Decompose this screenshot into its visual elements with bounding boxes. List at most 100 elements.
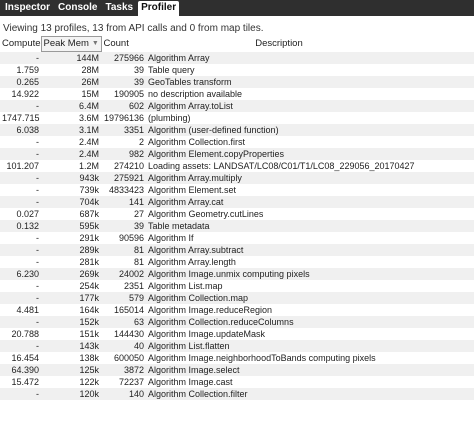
table-row[interactable]: -143k 40 Algorithm List.flatten: [0, 340, 474, 352]
cell-compute: -: [0, 196, 41, 208]
cell-peak-mem: 125k: [41, 364, 101, 376]
cell-peak-mem: 943k: [41, 172, 101, 184]
cell-peak-mem: 739k: [41, 184, 101, 196]
cell-compute: -: [0, 172, 41, 184]
table-row[interactable]: -152k 63 Algorithm Collection.reduceColumn…: [0, 316, 474, 328]
tab-console[interactable]: Console: [55, 1, 100, 16]
cell-peak-mem: 120k: [41, 388, 101, 400]
cell-compute: 1747.715: [0, 112, 41, 124]
cell-count: 982: [101, 148, 146, 160]
table-row[interactable]: -291k 90596 Algorithm If: [0, 232, 474, 244]
table-row[interactable]: 1.759 28M 39 Table query: [0, 64, 474, 76]
cell-count: 190905: [101, 88, 146, 100]
table-row[interactable]: 64.390 125k 3872 Algorithm Image.select: [0, 364, 474, 376]
cell-count: 24002: [101, 268, 146, 280]
tab-bar: Inspector Console Tasks Profiler: [0, 0, 474, 16]
column-header-compute[interactable]: Compute: [0, 37, 41, 52]
cell-count: 274210: [101, 160, 146, 172]
cell-peak-mem: 269k: [41, 268, 101, 280]
cell-compute: -: [0, 280, 41, 292]
cell-peak-mem: 164k: [41, 304, 101, 316]
table-row[interactable]: 0.265 26M 39 GeoTables transform: [0, 76, 474, 88]
table-row[interactable]: 6.038 3.1M 3351 Algorithm (user-defined fun…: [0, 124, 474, 136]
cell-description: Algorithm Collection.reduceColumns: [146, 316, 474, 328]
table-row[interactable]: 16.454 138k 600050 Algorithm Image.neighbor…: [0, 352, 474, 364]
cell-peak-mem: 687k: [41, 208, 101, 220]
cell-description: Algorithm (user-defined function): [146, 124, 474, 136]
cell-description: Algorithm Image.unmix computing pixels: [146, 268, 474, 280]
table-row[interactable]: -144M 275966 Algorithm Array: [0, 51, 474, 64]
cell-description: Algorithm Collection.first: [146, 136, 474, 148]
cell-count: 2: [101, 136, 146, 148]
cell-compute: -: [0, 316, 41, 328]
cell-count: 579: [101, 292, 146, 304]
cell-description: Algorithm Array.toList: [146, 100, 474, 112]
cell-description: GeoTables transform: [146, 76, 474, 88]
cell-description: Algorithm Array.subtract: [146, 244, 474, 256]
cell-count: 165014: [101, 304, 146, 316]
table-row[interactable]: -254k 2351 Algorithm List.map: [0, 280, 474, 292]
table-row[interactable]: -704k 141 Algorithm Array.cat: [0, 196, 474, 208]
column-header-peak-mem-label: Peak Mem: [43, 38, 89, 49]
table-row[interactable]: -281k 81 Algorithm Array.length: [0, 256, 474, 268]
table-row[interactable]: -120k 140 Algorithm Collection.filter: [0, 388, 474, 400]
table-row[interactable]: -943k 275921 Algorithm Array.multiply: [0, 172, 474, 184]
table-row[interactable]: 15.472 122k 72237 Algorithm Image.cast: [0, 376, 474, 388]
table-row[interactable]: 20.788 151k 144430 Algorithm Image.updateMa…: [0, 328, 474, 340]
cell-peak-mem: 152k: [41, 316, 101, 328]
cell-count: 3351: [101, 124, 146, 136]
column-header-peak-mem[interactable]: Peak Mem ▼: [40, 36, 102, 52]
cell-peak-mem: 595k: [41, 220, 101, 232]
cell-peak-mem: 2.4M: [41, 148, 101, 160]
cell-compute: -: [0, 292, 41, 304]
cell-peak-mem: 291k: [41, 232, 101, 244]
cell-description: Algorithm Array.length: [146, 256, 474, 268]
cell-compute: 64.390: [0, 364, 41, 376]
cell-description: Table query: [146, 64, 474, 76]
cell-peak-mem: 704k: [41, 196, 101, 208]
cell-peak-mem: 1.2M: [41, 160, 101, 172]
cell-peak-mem: 6.4M: [41, 100, 101, 112]
cell-peak-mem: 3.1M: [41, 124, 101, 136]
column-header-description-label: Description: [255, 38, 303, 49]
cell-compute: 0.027: [0, 208, 41, 220]
profile-table: Compute Peak Mem ▼ Count Description -144…: [0, 36, 474, 400]
column-header-description[interactable]: Description: [146, 37, 474, 52]
cell-count: 39: [101, 220, 146, 232]
table-row[interactable]: -6.4M 602 Algorithm Array.toList: [0, 100, 474, 112]
table-row[interactable]: 1747.715 3.6M 19796136 (plumbing): [0, 112, 474, 124]
cell-compute: -: [0, 340, 41, 352]
table-row[interactable]: -739k 4833423 Algorithm Element.set: [0, 184, 474, 196]
table-row[interactable]: -2.4M 2 Algorithm Collection.first: [0, 136, 474, 148]
tab-profiler[interactable]: Profiler: [138, 1, 180, 16]
table-row[interactable]: 101.207 1.2M 274210 Loading assets: LANDSAT…: [0, 160, 474, 172]
table-row[interactable]: 0.027 687k 27 Algorithm Geometry.cutLines: [0, 208, 474, 220]
cell-peak-mem: 28M: [41, 64, 101, 76]
tab-inspector[interactable]: Inspector: [2, 1, 53, 16]
cell-description: Algorithm Collection.filter: [146, 388, 474, 400]
cell-compute: 20.788: [0, 328, 41, 340]
column-header-count[interactable]: Count: [101, 37, 146, 52]
table-row[interactable]: 0.132 595k 39 Table metadata: [0, 220, 474, 232]
cell-peak-mem: 144M: [41, 51, 101, 64]
table-row[interactable]: -2.4M 982 Algorithm Element.copyProperties: [0, 148, 474, 160]
cell-peak-mem: 15M: [41, 88, 101, 100]
table-row[interactable]: -177k 579 Algorithm Collection.map: [0, 292, 474, 304]
cell-peak-mem: 281k: [41, 256, 101, 268]
cell-count: 602: [101, 100, 146, 112]
cell-count: 27: [101, 208, 146, 220]
cell-count: 39: [101, 76, 146, 88]
table-row[interactable]: -289k 81 Algorithm Array.subtract: [0, 244, 474, 256]
table-row[interactable]: 4.481 164k 165014 Algorithm Image.reduceReg…: [0, 304, 474, 316]
cell-compute: 6.230: [0, 268, 41, 280]
cell-count: 81: [101, 256, 146, 268]
cell-compute: 4.481: [0, 304, 41, 316]
cell-peak-mem: 138k: [41, 352, 101, 364]
tab-tasks[interactable]: Tasks: [102, 1, 136, 16]
cell-description: (plumbing): [146, 112, 474, 124]
cell-compute: -: [0, 232, 41, 244]
cell-count: 63: [101, 316, 146, 328]
table-row[interactable]: 14.922 15M 190905 no description available: [0, 88, 474, 100]
table-row[interactable]: 6.230 269k 24002 Algorithm Image.unmix comp…: [0, 268, 474, 280]
table-header-row: Compute Peak Mem ▼ Count Description: [0, 36, 474, 52]
